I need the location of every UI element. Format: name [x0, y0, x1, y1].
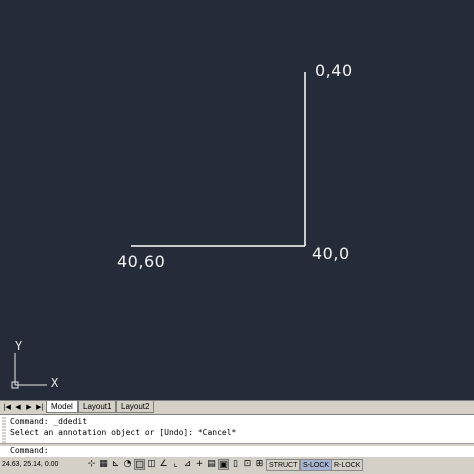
- snap-icon[interactable]: ⊹: [86, 459, 97, 470]
- label-top-point: 0,40: [315, 61, 353, 80]
- osnap-icon[interactable]: □: [134, 459, 145, 470]
- coordinate-readout[interactable]: 24.63, 25.14, 0.00: [2, 460, 58, 470]
- lineweight-icon[interactable]: +: [194, 459, 205, 470]
- last-tab-icon[interactable]: ▶|: [35, 402, 45, 413]
- command-window-grip[interactable]: [2, 417, 6, 443]
- command-separator: [0, 443, 474, 446]
- otrack-icon[interactable]: ∠: [158, 459, 169, 470]
- drawing-geometry: [11, 72, 306, 389]
- command-window[interactable]: Command: _ddedit Select an annotation ob…: [0, 414, 474, 456]
- tab-layout1[interactable]: Layout1: [78, 401, 117, 413]
- prev-tab-icon[interactable]: ◀: [13, 402, 23, 413]
- grid-icon[interactable]: ▦: [98, 459, 109, 470]
- ucs-y-label: Y: [15, 339, 23, 353]
- next-tab-icon[interactable]: ▶: [24, 402, 34, 413]
- layout-tabs-bar: |◀ ◀ ▶ ▶| Model Layout1 Layout2: [0, 400, 474, 414]
- command-prompt[interactable]: Command:: [10, 446, 49, 456]
- label-left-point: 40,60: [117, 252, 166, 271]
- first-tab-icon[interactable]: |◀: [2, 402, 12, 413]
- label-corner-point: 40,0: [312, 244, 350, 263]
- command-history-line-2: Select an annotation object or [Undo]: *…: [10, 428, 237, 437]
- autocad-window: 0,40 40,0 40,60 Y X |◀ ◀ ▶ ▶| Model Layo…: [0, 0, 474, 474]
- r-lock-toggle[interactable]: R-LOCK: [331, 459, 364, 471]
- s-lock-toggle[interactable]: S-LOCK: [300, 459, 333, 471]
- 3d-osnap-icon[interactable]: ◫: [146, 459, 157, 470]
- dyn-icon[interactable]: ⊿: [182, 459, 193, 470]
- selection-cycling-icon[interactable]: ▯: [230, 459, 241, 470]
- ucs-x-label: X: [51, 376, 59, 390]
- tab-layout2[interactable]: Layout2: [116, 401, 155, 413]
- ucs-toggle-icon[interactable]: ⌞: [170, 459, 181, 470]
- command-history-line-1: Command: _ddedit: [10, 417, 88, 426]
- annotation-monitor-icon[interactable]: ⊡: [242, 459, 253, 470]
- quick-properties-icon[interactable]: ▣: [218, 459, 229, 470]
- drawing-area[interactable]: 0,40 40,0 40,60 Y X: [0, 0, 474, 400]
- transparency-icon[interactable]: ▤: [206, 459, 217, 470]
- ortho-icon[interactable]: ⊾: [110, 459, 121, 470]
- struct-toggle[interactable]: STRUCT: [266, 459, 301, 471]
- polar-icon[interactable]: ◔: [122, 459, 133, 470]
- ucs-icon: [11, 353, 47, 389]
- status-bar: 24.63, 25.14, 0.00 ⊹ ▦ ⊾ ◔ □ ◫ ∠ ⌞ ⊿ + ▤…: [0, 456, 474, 474]
- workspace-icon[interactable]: ⊞: [254, 459, 265, 470]
- tab-model[interactable]: Model: [46, 401, 78, 413]
